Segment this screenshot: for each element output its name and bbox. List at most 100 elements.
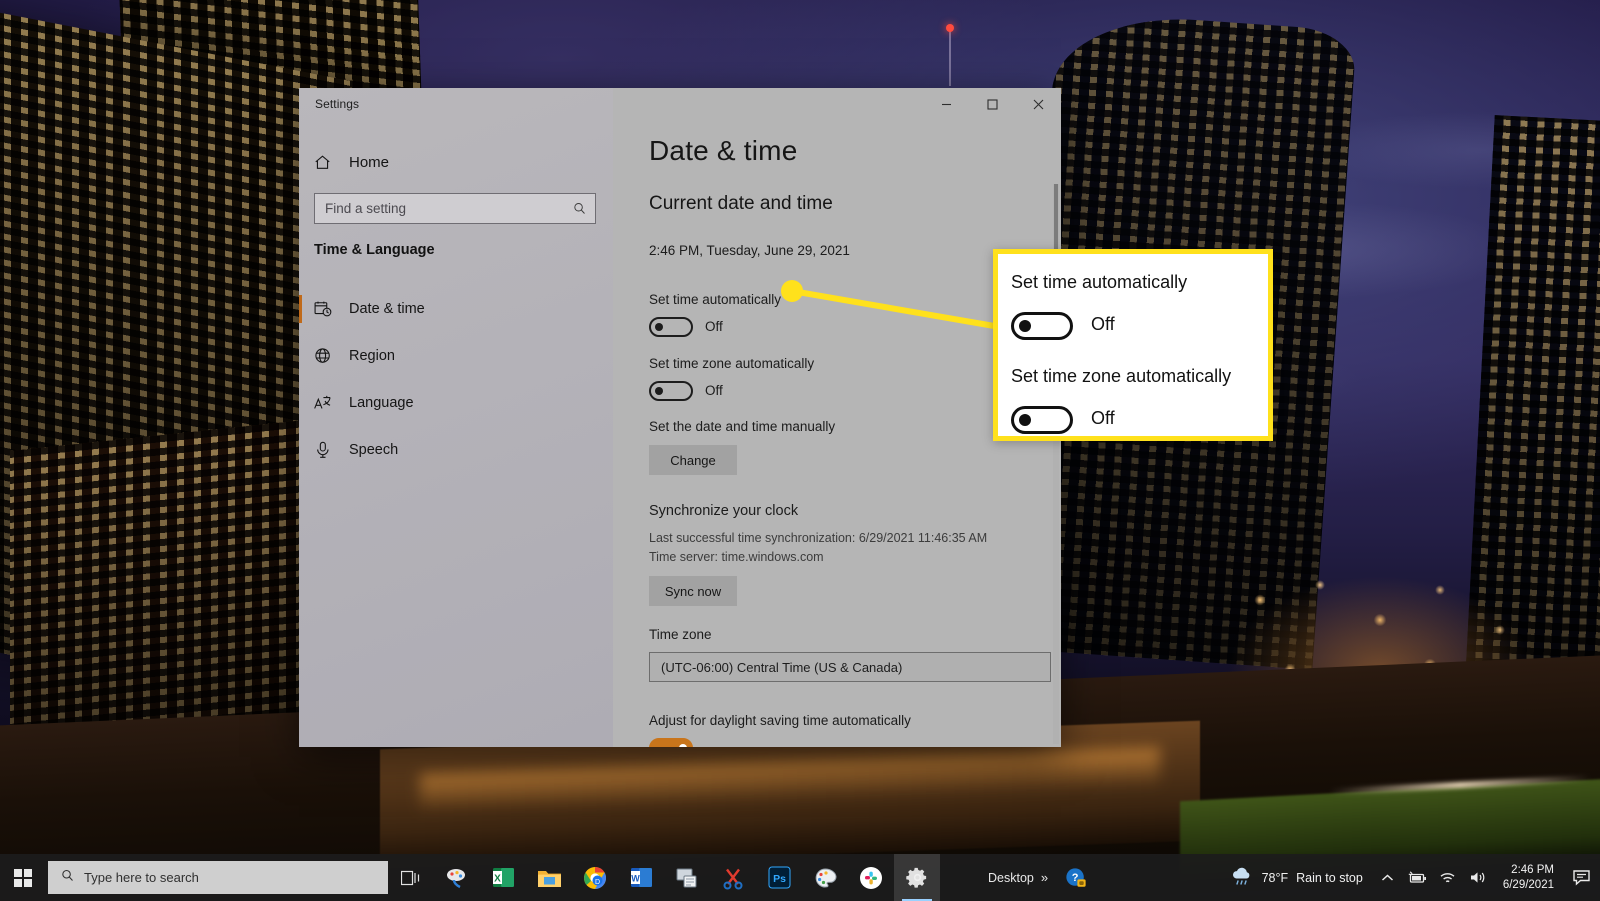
settings-window: Settings Home Time & Language	[299, 88, 1061, 747]
time-zone-label: Time zone	[649, 627, 712, 642]
snip-tool-icon	[676, 868, 697, 887]
callout-label-set-timezone-automatically: Set time zone automatically	[1011, 366, 1232, 386]
sidebar-label-language: Language	[349, 395, 414, 411]
synchronize-clock-title: Synchronize your clock	[649, 503, 799, 519]
task-view-button[interactable]	[388, 854, 434, 901]
taskbar-app-photoshop[interactable]: Ps	[756, 854, 802, 901]
time-server-text: Time server: time.windows.com	[649, 550, 824, 564]
page-title: Date & time	[649, 135, 798, 166]
clock-date: 6/29/2021	[1502, 878, 1554, 891]
word-icon: W	[630, 868, 652, 887]
taskbar-app-excel[interactable]: X	[480, 854, 526, 901]
search-icon	[572, 201, 587, 216]
last-sync-text: Last successful time synchronization: 6/…	[649, 531, 988, 545]
sidebar-item-speech[interactable]: Speech	[299, 427, 613, 473]
taskbar-app-paint[interactable]	[802, 854, 848, 901]
sidebar-label-region: Region	[349, 348, 395, 364]
system-tray: 78°F Rain to stop 2:46 PM 6/29/2021	[1226, 854, 1600, 901]
sidebar-item-region[interactable]: Region	[299, 333, 613, 379]
wifi-icon	[1440, 873, 1455, 883]
calendar-clock-icon	[313, 299, 333, 319]
desktop: Settings Home Time & Language	[0, 0, 1600, 901]
globe-icon	[313, 346, 333, 366]
callout-state-set-time-automatically: Off	[1091, 314, 1115, 334]
show-hidden-icons-button[interactable]	[1373, 854, 1403, 901]
callout-toggle-set-timezone-automatically[interactable]	[1011, 406, 1073, 434]
desktop-peek-label[interactable]: Desktop »	[988, 870, 1048, 885]
close-button[interactable]	[1015, 88, 1061, 120]
set-timezone-automatically-toggle[interactable]	[649, 381, 693, 401]
daylight-saving-label: Adjust for daylight saving time automati…	[649, 713, 911, 728]
change-button[interactable]: Change	[649, 445, 737, 475]
paint-3d-icon	[447, 868, 465, 888]
svg-text:X: X	[494, 873, 501, 884]
volume-icon	[1470, 872, 1485, 883]
sync-now-button[interactable]: Sync now	[649, 576, 737, 606]
window-title: Settings	[315, 97, 360, 111]
weather-widget[interactable]: 78°F Rain to stop	[1226, 866, 1373, 889]
weather-cloud-rain-icon	[1230, 866, 1254, 889]
taskbar-search-box[interactable]: Type here to search	[48, 861, 388, 894]
time-zone-value: (UTC-06:00) Central Time (US & Canada)	[661, 659, 903, 675]
time-zone-select[interactable]: (UTC-06:00) Central Time (US & Canada)	[649, 652, 1051, 682]
callout-toggle-set-time-automatically[interactable]	[1011, 312, 1073, 340]
sidebar-item-date-and-time[interactable]: Date & time	[299, 286, 613, 332]
sidebar-home-label: Home	[349, 153, 390, 171]
set-timezone-automatically-state: Off	[705, 383, 723, 398]
wifi-button[interactable]	[1433, 854, 1463, 901]
chrome-icon: D	[584, 866, 606, 889]
set-timezone-automatically-label: Set time zone automatically	[649, 356, 815, 371]
slack-icon	[860, 866, 882, 889]
action-center-icon	[1573, 869, 1590, 886]
snipping-scissors-icon	[723, 868, 743, 889]
settings-gear-icon	[905, 867, 926, 888]
chevron-up-icon	[1382, 873, 1394, 881]
taskbar-clock[interactable]: 2:46 PM 6/29/2021	[1493, 854, 1564, 901]
taskbar-app-file-explorer[interactable]	[526, 854, 572, 901]
set-time-automatically-toggle[interactable]	[649, 317, 693, 337]
callout-state-set-timezone-automatically: Off	[1091, 408, 1115, 428]
wallpaper-antenna-light	[946, 24, 954, 32]
help-question-icon: ?	[1066, 867, 1086, 887]
sidebar-item-home[interactable]: Home	[299, 142, 613, 182]
svg-text:Ps: Ps	[773, 873, 786, 885]
clock-time: 2:46 PM	[1511, 863, 1554, 876]
section-title-current-date-time: Current date and time	[649, 193, 833, 214]
taskbar-app-chrome[interactable]: D	[572, 854, 618, 901]
set-time-automatically-label: Set time automatically	[649, 292, 782, 307]
windows-start-icon	[14, 868, 32, 887]
set-manually-label: Set the date and time manually	[649, 419, 836, 434]
paint-icon	[815, 867, 837, 887]
set-time-automatically-state: Off	[705, 319, 723, 334]
taskbar-app-word[interactable]: W	[618, 854, 664, 901]
daylight-saving-toggle[interactable]	[649, 738, 693, 747]
taskbar-app-paint-3d[interactable]	[434, 854, 480, 901]
find-a-setting-box[interactable]	[314, 193, 596, 224]
taskbar-app-slack[interactable]	[848, 854, 894, 901]
battery-icon	[1408, 870, 1426, 883]
taskbar-app-settings[interactable]	[894, 854, 940, 901]
battery-button[interactable]	[1403, 854, 1433, 901]
taskbar-search-placeholder: Type here to search	[84, 870, 199, 885]
start-button[interactable]	[0, 854, 46, 901]
sidebar-item-language[interactable]: Language	[299, 380, 613, 426]
overflow-chevrons[interactable]: »	[1041, 870, 1048, 885]
callout-box: Set time automatically Off Set time zone…	[993, 249, 1273, 441]
excel-icon: X	[492, 868, 514, 887]
callout-label-set-time-automatically: Set time automatically	[1011, 272, 1188, 292]
taskbar-help-icon[interactable]: ?	[1053, 854, 1099, 901]
window-controls	[923, 88, 1061, 120]
taskbar-app-snip-tool[interactable]	[664, 854, 710, 901]
minimize-button[interactable]	[923, 88, 969, 120]
search-input[interactable]	[325, 201, 572, 216]
photoshop-icon: Ps	[768, 866, 790, 889]
action-center-button[interactable]	[1564, 854, 1600, 901]
maximize-button[interactable]	[969, 88, 1015, 120]
taskbar-app-snipping-scissors[interactable]	[710, 854, 756, 901]
language-icon	[313, 393, 333, 413]
volume-button[interactable]	[1463, 854, 1493, 901]
sidebar-label-date-and-time: Date & time	[349, 301, 425, 317]
weather-temperature: 78°F	[1261, 870, 1289, 885]
file-explorer-icon	[537, 870, 561, 887]
svg-text:W: W	[631, 873, 640, 883]
